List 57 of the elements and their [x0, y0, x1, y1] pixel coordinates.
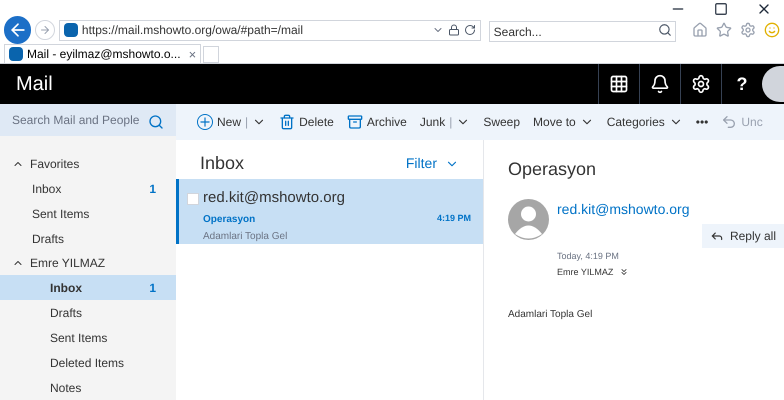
toolbar-button[interactable]: Sweep: [478, 106, 526, 138]
folder-item[interactable]: Drafts: [0, 300, 176, 325]
toolbar-button[interactable]: Archive: [342, 106, 412, 138]
search-field[interactable]: Search...: [488, 21, 676, 42]
app-title: Mail: [15, 72, 54, 97]
folder-item[interactable]: Drafts: [0, 226, 176, 251]
avatar-icon[interactable]: [762, 66, 784, 102]
toolbar-button[interactable]: •••: [690, 106, 714, 138]
message-time: 4:19 PM: [436, 212, 471, 226]
message-date: Today, 4:19 PM: [557, 250, 620, 263]
folder-item[interactable]: Notes: [0, 375, 176, 400]
folder-item[interactable]: Inbox 1: [0, 176, 176, 201]
message-body: Adamlari Topla Gel: [508, 308, 594, 322]
forward-button[interactable]: [35, 20, 55, 40]
lock-icon: [448, 24, 460, 36]
home-icon[interactable]: [692, 22, 708, 38]
toolbar-button[interactable]: Junk |: [414, 106, 476, 138]
maximize-icon[interactable]: [714, 2, 728, 16]
url-text: https://mail.mshowto.org/owa/#path=/mail: [82, 22, 304, 39]
toolbar-button[interactable]: Move to: [528, 106, 599, 138]
reply-all-button[interactable]: Reply all: [702, 224, 784, 248]
filter-button[interactable]: Filter: [406, 153, 459, 174]
tab-title: Mail - eyilmaz@mshowto.o...: [27, 46, 181, 63]
search-field[interactable]: Search Mail and People: [0, 104, 176, 136]
undo-icon: [721, 114, 738, 130]
search-icon: [658, 22, 672, 36]
back-button[interactable]: [4, 16, 32, 44]
forward-arrow-icon: [39, 24, 52, 36]
address-bar[interactable]: https://mail.mshowto.org/owa/#path=/mail: [58, 20, 481, 40]
folder-group-header[interactable]: Emre YILMAZ: [0, 251, 176, 275]
toolbar-button[interactable]: Categories: [602, 106, 688, 138]
recipient: Emre YILMAZ: [557, 266, 784, 279]
folder-item[interactable]: Sent Items: [0, 201, 176, 226]
folder-group-header[interactable]: Favorites: [0, 152, 176, 176]
toolbar-button[interactable]: New |: [192, 106, 272, 138]
toolbar-button[interactable]: Delete: [274, 106, 339, 138]
message-subject: Operasyon: [508, 158, 598, 181]
folder-item[interactable]: Sent Items: [0, 325, 176, 350]
star-icon[interactable]: [716, 22, 732, 38]
browser-tab[interactable]: Mail - eyilmaz@mshowto.o... ×: [4, 44, 202, 63]
message-sender: red.kit@mshowto.org: [203, 188, 346, 208]
refresh-icon[interactable]: [464, 24, 476, 36]
sender-link[interactable]: red.kit@mshowto.org: [557, 199, 784, 220]
search-icon: [148, 114, 164, 130]
double-chevron-icon: [619, 267, 630, 278]
archive-icon: [346, 114, 363, 130]
folder-item[interactable]: Deleted Items: [0, 350, 176, 375]
checkbox[interactable]: [187, 193, 199, 205]
message-subject: Operasyon: [203, 212, 256, 226]
plus-icon: [197, 114, 213, 130]
message-preview: Adamlari Topla Gel: [203, 230, 288, 244]
message-item[interactable]: red.kit@mshowto.org Operasyon 4:19 PM Adamlari Topla Gel: [176, 179, 483, 244]
trash-icon: [279, 114, 296, 130]
tab-close-button[interactable]: ×: [188, 48, 196, 60]
folder-item[interactable]: Inbox 1: [0, 275, 176, 300]
avatar-icon: [508, 199, 549, 240]
list-title: Inbox: [200, 152, 246, 175]
